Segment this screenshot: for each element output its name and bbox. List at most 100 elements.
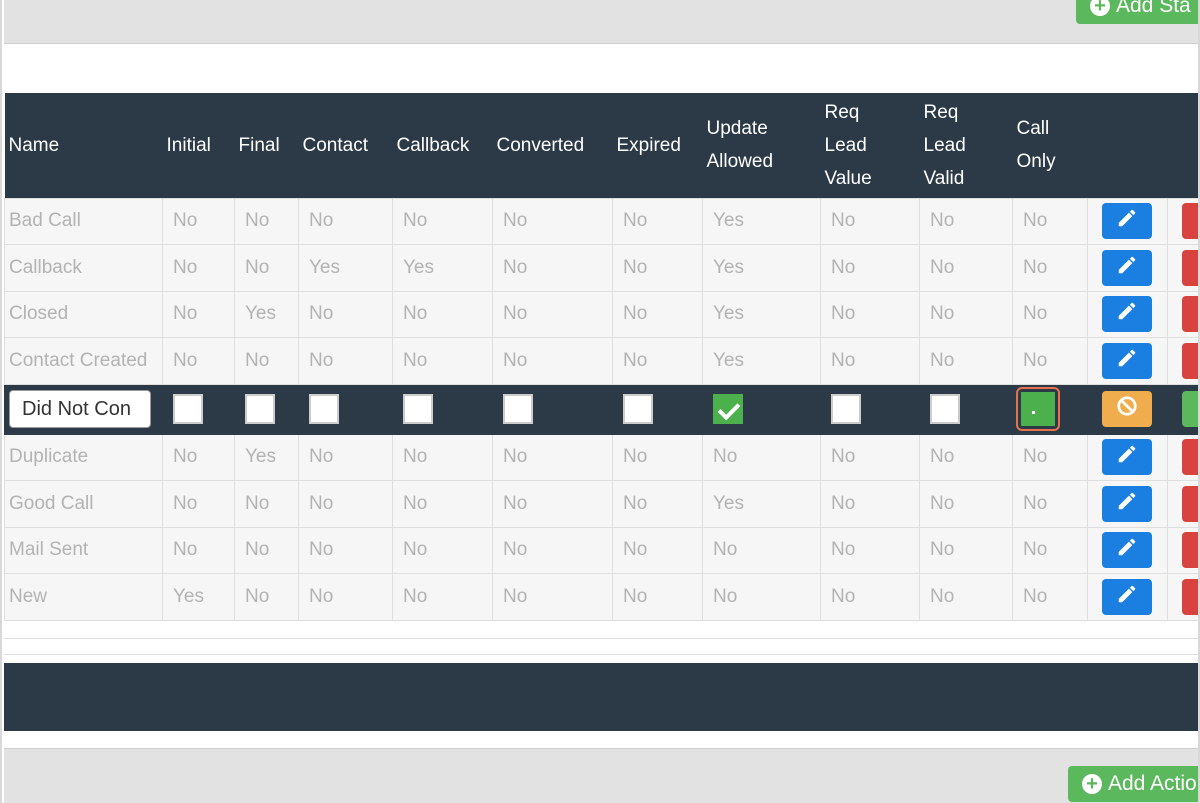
pencil-icon: [1116, 583, 1138, 611]
flag-cell: No: [492, 480, 613, 528]
add-action-label: Add Actio: [1108, 772, 1197, 795]
checkbox-cell: [234, 383, 299, 435]
edit-button[interactable]: [1102, 485, 1152, 522]
edit-button[interactable]: [1102, 342, 1152, 379]
delete-cell: [1167, 197, 1198, 245]
column-header: Expired: [613, 93, 703, 198]
checkbox[interactable]: [623, 394, 653, 424]
edit-button[interactable]: [1102, 578, 1152, 615]
flag-cell: No: [919, 197, 1013, 245]
pencil-icon: [1116, 347, 1138, 375]
edit-button[interactable]: [1102, 532, 1152, 569]
delete-button[interactable]: [1182, 439, 1198, 476]
edit-button[interactable]: [1102, 296, 1152, 333]
delete-cell: [1167, 290, 1198, 338]
checkbox[interactable]: [173, 394, 203, 424]
column-header-text: Contact: [302, 134, 368, 156]
flag-cell: No: [820, 433, 920, 481]
edit-cell: [1087, 244, 1168, 292]
edit-button[interactable]: [1102, 249, 1152, 286]
status-name-cell: Mail Sent: [4, 526, 163, 574]
column-header: Callback: [393, 93, 493, 198]
column-header-text: Callback: [396, 134, 470, 156]
checkbox[interactable]: [503, 394, 533, 424]
bottom-panel-footer: [4, 748, 1198, 803]
statuses-table-wrap: Name Initial Final Contact Callback Converted…: [4, 93, 1198, 621]
save-cell: [1167, 383, 1198, 435]
flag-cell: Yes: [162, 573, 235, 621]
checkbox-cell: [162, 383, 235, 435]
checkbox[interactable]: [245, 394, 275, 424]
flag-cell: No: [298, 290, 393, 338]
column-header: Req Lead Value: [821, 93, 920, 198]
flag-cell: No: [1012, 290, 1088, 338]
flag-cell: No: [492, 244, 613, 292]
checkbox-cell: [820, 383, 920, 435]
edit-button[interactable]: [1102, 203, 1152, 240]
flag-cell: No: [919, 244, 1013, 292]
status-name-input[interactable]: Did Not Con: [9, 390, 151, 428]
checkbox[interactable]: [831, 394, 861, 424]
flag-cell: No: [919, 337, 1013, 385]
flag-cell: No: [820, 197, 920, 245]
edit-cell: [1087, 433, 1168, 481]
status-name-cell: Bad Call: [4, 197, 163, 245]
flag-cell: No: [919, 290, 1013, 338]
save-button[interactable]: [1182, 391, 1198, 427]
add-status-label: Add Sta: [1116, 0, 1191, 17]
checkbox[interactable]: [309, 394, 339, 424]
checkbox[interactable]: [403, 394, 433, 424]
edit-button[interactable]: [1102, 439, 1152, 476]
column-header-text: Value: [824, 167, 872, 189]
status-name-cell: Callback: [4, 244, 163, 292]
delete-button[interactable]: [1182, 578, 1198, 615]
delete-cell: [1167, 573, 1198, 621]
flag-cell: No: [492, 573, 613, 621]
flag-cell: No: [392, 290, 493, 338]
flag-cell: No: [162, 197, 235, 245]
pencil-icon: [1116, 443, 1138, 471]
flag-cell: Yes: [702, 480, 821, 528]
checkbox[interactable]: [930, 394, 960, 424]
cancel-button[interactable]: [1102, 391, 1152, 427]
flag-cell: No: [298, 433, 393, 481]
flag-cell: No: [162, 480, 235, 528]
delete-button[interactable]: [1182, 296, 1198, 333]
delete-button[interactable]: [1182, 485, 1198, 522]
table-header-row: Name Initial Final Contact Callback Converted…: [4, 93, 1198, 198]
divider: [4, 622, 1198, 639]
pencil-icon: [1116, 207, 1138, 235]
flag-cell: No: [392, 433, 493, 481]
delete-button[interactable]: [1182, 203, 1198, 240]
flag-cell: No: [234, 480, 299, 528]
flag-cell: No: [234, 244, 299, 292]
flag-cell: No: [298, 480, 393, 528]
flag-cell: No: [234, 573, 299, 621]
checkbox-cell: [702, 383, 821, 435]
column-header: Update Allowed: [703, 93, 821, 198]
flag-cell: No: [1012, 244, 1088, 292]
delete-button[interactable]: [1182, 532, 1198, 569]
delete-button[interactable]: [1182, 342, 1198, 379]
ban-icon: [1116, 395, 1138, 423]
table-row: Closed No Yes No No No No Yes No No No: [4, 290, 1198, 338]
flag-cell: No: [162, 433, 235, 481]
add-action-button[interactable]: + Add Actio: [1068, 766, 1198, 802]
delete-button[interactable]: [1182, 249, 1198, 286]
delete-cell: [1167, 526, 1198, 574]
add-status-button[interactable]: + Add Sta: [1076, 0, 1198, 24]
edit-cell: [1087, 526, 1168, 574]
table-row: Mail Sent No No No No No No No No No No: [4, 526, 1198, 574]
status-name-cell: Closed: [4, 290, 163, 338]
call-only-checkbox[interactable]: [1021, 392, 1055, 426]
flag-cell: No: [1012, 337, 1088, 385]
checkbox-checked[interactable]: [713, 394, 743, 424]
flag-cell: No: [392, 197, 493, 245]
flag-cell: No: [234, 337, 299, 385]
status-name-cell: Duplicate: [4, 433, 163, 481]
edit-cell: [1087, 480, 1168, 528]
flag-cell: No: [162, 290, 235, 338]
flag-cell: No: [392, 573, 493, 621]
pencil-icon: [1116, 536, 1138, 564]
flag-cell: No: [392, 480, 493, 528]
